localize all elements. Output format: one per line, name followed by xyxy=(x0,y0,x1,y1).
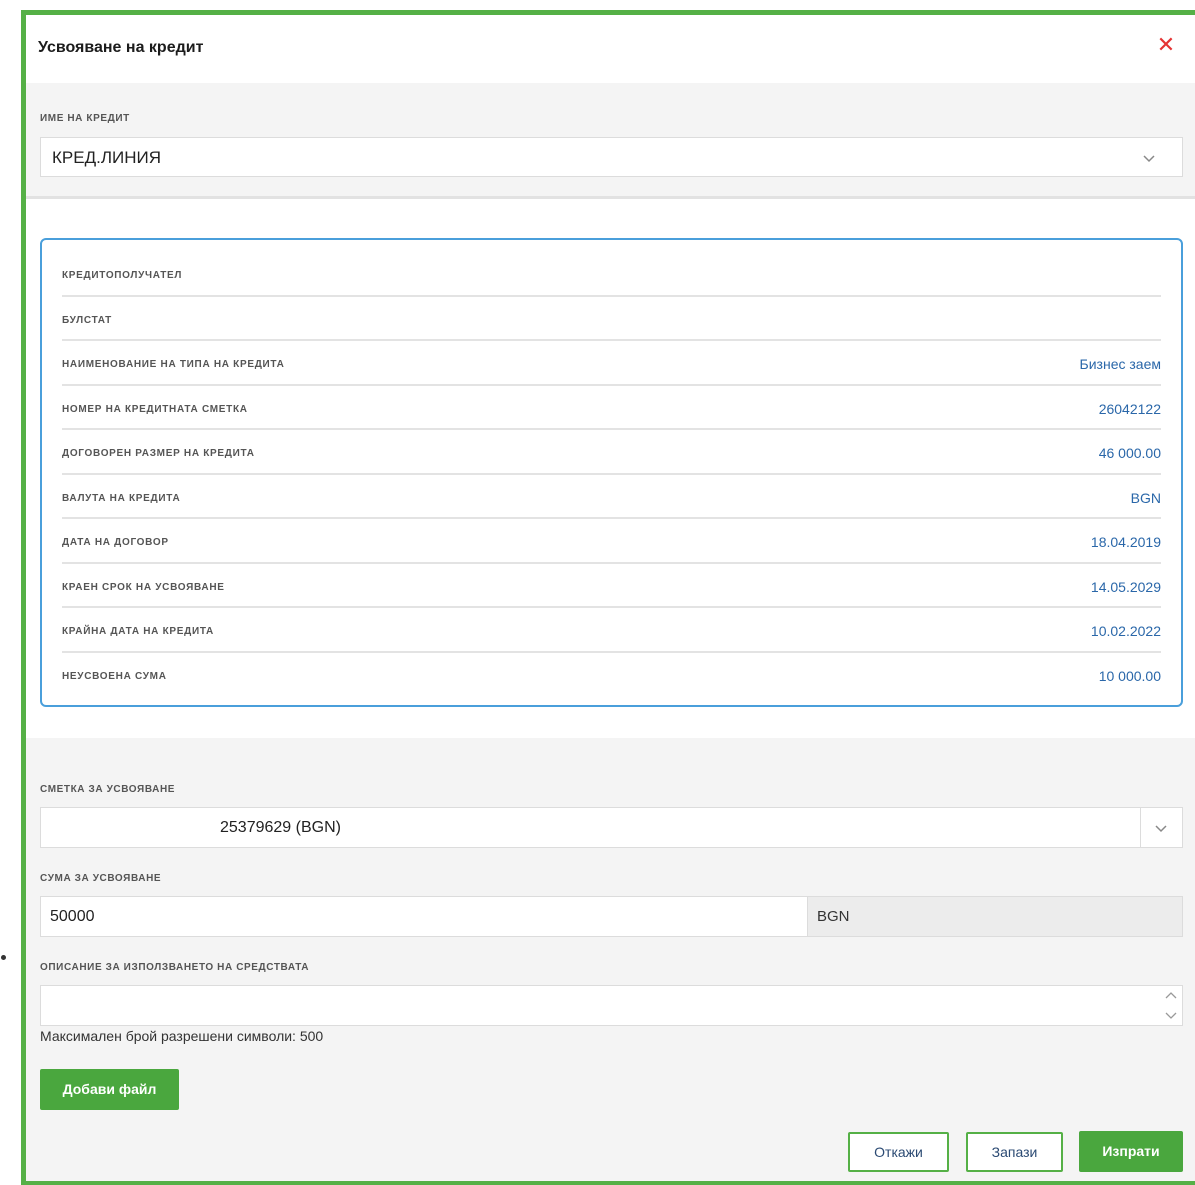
detail-row-currency: ВАЛУТА НА КРЕДИТА BGN xyxy=(62,475,1161,519)
detail-value: 14.05.2029 xyxy=(1090,578,1161,595)
amount-label: СУМА ЗА УСВОЯВАНЕ xyxy=(40,873,162,884)
detail-value: Бизнес заем xyxy=(1079,356,1161,372)
page-bullet xyxy=(1,955,6,960)
amount-input[interactable]: 50000 xyxy=(40,896,808,937)
detail-label: КРАЕН СРОК НА УСВОЯВАНЕ xyxy=(62,581,225,593)
detail-value: 46 000.00 xyxy=(1098,445,1161,461)
detail-value: 26042122 xyxy=(1098,400,1161,417)
detail-label: БУЛСТАТ xyxy=(62,314,112,326)
detail-label: НАИМЕНОВАНИЕ НА ТИПА НА КРЕДИТА xyxy=(62,359,285,370)
modal-header: Усвояване на кредит ✕ xyxy=(26,15,1195,83)
select-divider xyxy=(1140,808,1141,847)
detail-row-drawdown-deadline: КРАЕН СРОК НА УСВОЯВАНЕ 14.05.2029 xyxy=(62,564,1161,608)
credit-name-label: ИМЕ НА КРЕДИТ xyxy=(40,113,130,124)
detail-row-contracted-amount: ДОГОВОРЕН РАЗМЕР НА КРЕДИТА 46 000.00 xyxy=(62,430,1161,475)
add-file-button[interactable]: Добави файл xyxy=(40,1069,179,1110)
save-button[interactable]: Запази xyxy=(966,1132,1063,1172)
account-label: СМЕТКА ЗА УСВОЯВАНЕ xyxy=(40,784,176,795)
description-label: ОПИСАНИЕ ЗА ИЗПОЛЗВАНЕТО НА СРЕДСТВАТА xyxy=(40,962,310,973)
detail-label: НОМЕР НА КРЕДИТНАТА СМЕТКА xyxy=(62,403,248,415)
spinner-arrows-icon[interactable] xyxy=(1165,989,1177,1023)
detail-row-final-date: КРАЙНА ДАТА НА КРЕДИТА 10.02.2022 xyxy=(62,608,1161,653)
amount-currency-addon: BGN xyxy=(807,896,1183,937)
credit-name-value: КРЕД.ЛИНИЯ xyxy=(52,148,161,167)
amount-currency: BGN xyxy=(817,908,850,925)
description-textarea[interactable] xyxy=(40,985,1183,1026)
detail-row-contract-date: ДАТА НА ДОГОВОР 18.04.2019 xyxy=(62,519,1161,564)
detail-label: КРЕДИТОПОЛУЧАТЕЛ xyxy=(62,270,183,281)
detail-label: ДОГОВОРЕН РАЗМЕР НА КРЕДИТА xyxy=(62,448,255,459)
chevron-down-icon xyxy=(1155,825,1167,833)
chevron-down-icon xyxy=(1143,155,1155,163)
account-select[interactable]: 25379629 (BGN) xyxy=(40,807,1183,848)
close-icon[interactable]: ✕ xyxy=(1154,33,1178,57)
detail-row-borrower: КРЕДИТОПОЛУЧАТЕЛ xyxy=(62,252,1161,297)
detail-label: ДАТА НА ДОГОВОР xyxy=(62,537,169,548)
detail-row-undrawn-amount: НЕУСВОЕНА СУМА 10 000.00 xyxy=(62,653,1161,698)
amount-value: 50000 xyxy=(50,908,95,925)
credit-details-card: КРЕДИТОПОЛУЧАТЕЛ БУЛСТАТ НАИМЕНОВАНИЕ НА… xyxy=(40,238,1183,707)
cancel-button[interactable]: Откажи xyxy=(848,1132,949,1172)
detail-row-bulstat: БУЛСТАТ xyxy=(62,297,1161,341)
detail-value: 18.04.2019 xyxy=(1090,534,1161,550)
detail-row-credit-type: НАИМЕНОВАНИЕ НА ТИПА НА КРЕДИТА Бизнес з… xyxy=(62,341,1161,386)
detail-row-account-number: НОМЕР НА КРЕДИТНАТА СМЕТКА 26042122 xyxy=(62,386,1161,430)
credit-drawdown-modal: Усвояване на кредит ✕ ИМЕ НА КРЕДИТ КРЕД… xyxy=(21,10,1195,1185)
credit-name-select[interactable]: КРЕД.ЛИНИЯ xyxy=(40,137,1183,177)
detail-value: BGN xyxy=(1130,489,1161,506)
description-hint: Максимален брой разрешени символи: 500 xyxy=(40,1028,324,1044)
send-button[interactable]: Изпрати xyxy=(1079,1131,1183,1172)
detail-value: 10.02.2022 xyxy=(1090,623,1161,639)
detail-label: НЕУСВОЕНА СУМА xyxy=(62,670,167,682)
detail-label: ВАЛУТА НА КРЕДИТА xyxy=(62,492,181,504)
detail-value: 10 000.00 xyxy=(1098,667,1161,684)
modal-title: Усвояване на кредит xyxy=(38,39,204,56)
account-value: 25379629 (BGN) xyxy=(220,819,341,836)
detail-label: КРАЙНА ДАТА НА КРЕДИТА xyxy=(62,626,214,637)
